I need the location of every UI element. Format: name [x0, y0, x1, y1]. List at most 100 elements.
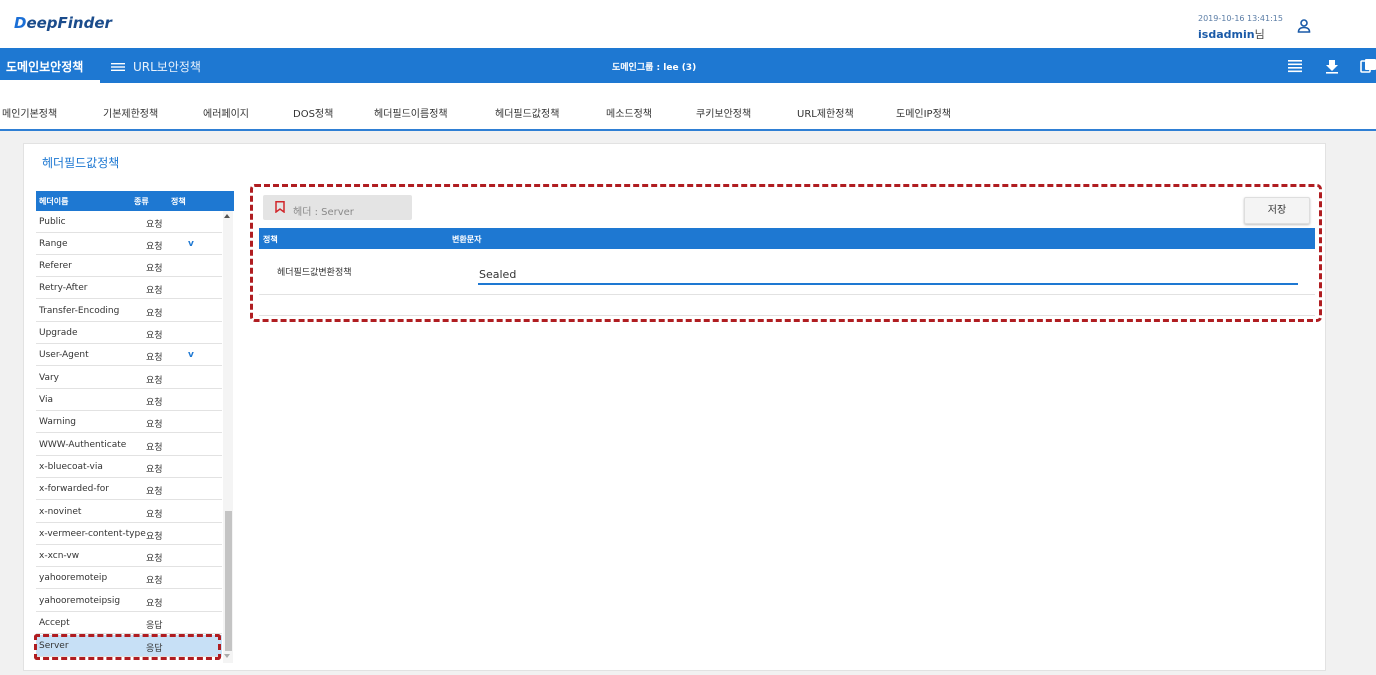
header-type: 요청 [146, 465, 163, 475]
list-item[interactable]: Transfer-Encoding 요청 [36, 300, 222, 322]
user-icon[interactable] [1296, 18, 1312, 34]
list-item[interactable]: Range 요청 v [36, 233, 222, 255]
col-header-policy: 정책 [171, 197, 186, 206]
list-item[interactable]: Accept 응답 [36, 612, 222, 634]
menu-icon [111, 62, 125, 71]
header-name: x-xcn-vw [39, 551, 80, 561]
policy-table-head: 정책 변환문자 [259, 228, 1315, 249]
username-text: isdadmin [1198, 28, 1255, 41]
header-name: x-forwarded-for [39, 484, 109, 494]
subnav-item-url-limit[interactable]: URL제한정책 [797, 105, 854, 120]
subnav-item-basic-limit[interactable]: 기본제한정책 [103, 105, 158, 120]
logo-mark: D [14, 14, 27, 32]
header-type: 요청 [146, 331, 163, 341]
header-type: 요청 [146, 443, 163, 453]
header-name: Upgrade [39, 328, 78, 338]
content-panel: 헤더필드값정책 헤더이름 종류 정책 Public 요청 Range 요청 v Ref… [23, 143, 1326, 671]
list-item[interactable]: Retry-After 요청 [36, 277, 222, 299]
subnav-item-method[interactable]: 메소드정책 [606, 105, 652, 120]
header-name: x-vermeer-content-type [39, 529, 146, 539]
header-name: yahooremoteipsig [39, 596, 121, 606]
list-item[interactable]: x-novinet 요청 [36, 501, 222, 523]
header-name: Retry-After [39, 283, 88, 293]
page-title: 헤더필드값정책 [42, 156, 120, 170]
main-nav: 도메인보안정책 URL보안정책 도메인그룹 : lee (3) [0, 48, 1376, 83]
policy-check: v [188, 350, 194, 360]
col-replace-text: 변환문자 [452, 235, 482, 244]
header-name: Range [39, 239, 68, 249]
logo[interactable]: DeepFinder [14, 14, 112, 32]
header-list[interactable]: Public 요청 Range 요청 v Referer 요청 Retry-After 요… [36, 211, 234, 663]
subnav-item-domain-ip[interactable]: 도메인IP정책 [896, 105, 951, 120]
tab-url-label: URL보안정책 [133, 60, 201, 74]
list-item[interactable]: Upgrade 요청 [36, 322, 222, 344]
table-footer [259, 296, 1315, 316]
domain-group-label: 도메인그룹 : lee (3) [612, 63, 697, 73]
subnav-item-header-name[interactable]: 헤더필드이름정책 [374, 105, 448, 120]
replace-value-input[interactable] [478, 265, 1298, 285]
header-type: 요청 [146, 309, 163, 319]
header-name: x-novinet [39, 507, 82, 517]
policy-subnav: 메인기본정책 기본제한정책 에러페이지 DOS정책 헤더필드이름정책 헤더필드값… [0, 83, 1376, 131]
header-type: 요청 [146, 220, 163, 230]
header-type: 요청 [146, 576, 163, 586]
subnav-item-dos[interactable]: DOS정책 [293, 105, 333, 120]
header-name: Via [39, 395, 53, 405]
copy-icon[interactable] [1360, 58, 1376, 74]
col-header-name: 헤더이름 [39, 197, 69, 206]
bookmark-icon [275, 201, 285, 213]
header-type: 요청 [146, 554, 163, 564]
list-item[interactable]: Referer 요청 [36, 255, 222, 277]
list-item[interactable]: Vary 요청 [36, 367, 222, 389]
subnav-item-cookie[interactable]: 쿠키보안정책 [696, 105, 751, 120]
list-item[interactable]: yahooremoteip 요청 [36, 567, 222, 589]
list-item[interactable]: User-Agent 요청 v [36, 344, 222, 366]
header-name: x-bluecoat-via [39, 462, 103, 472]
list-item[interactable]: Public 요청 [36, 211, 222, 233]
table-row: 헤더필드값변환정책 [259, 249, 1315, 295]
current-user: isdadmin님 [1198, 26, 1265, 42]
list-item[interactable]: x-vermeer-content-type 요청 [36, 523, 222, 545]
header-type: 요청 [146, 242, 163, 252]
list-item[interactable]: x-forwarded-for 요청 [36, 478, 222, 500]
header-name: Vary [39, 373, 59, 383]
download-icon[interactable] [1324, 58, 1340, 74]
scroll-down-icon[interactable] [224, 654, 230, 658]
save-button[interactable]: 저장 [1244, 197, 1310, 224]
policy-name: 헤더필드값변환정책 [277, 268, 352, 278]
selection-highlight-box [34, 634, 221, 660]
list-item[interactable]: x-xcn-vw 요청 [36, 545, 222, 567]
header-type: 요청 [146, 532, 163, 542]
header-name: User-Agent [39, 350, 89, 360]
header-name: Transfer-Encoding [39, 306, 120, 316]
header-name: Accept [39, 618, 70, 628]
header-type: 요청 [146, 487, 163, 497]
tab-domain-security[interactable]: 도메인보안정책 [6, 58, 83, 75]
subnav-item-error-page[interactable]: 에러페이지 [203, 105, 249, 120]
top-bar: DeepFinder 2019-10-16 13:41:15 isdadmin님 [0, 0, 1376, 48]
list-item[interactable]: Warning 요청 [36, 411, 222, 433]
list-item[interactable]: Via 요청 [36, 389, 222, 411]
subnav-item-main-basic[interactable]: 메인기본정책 [2, 105, 57, 120]
header-name: yahooremoteip [39, 573, 108, 583]
selected-header-label: 헤더 : Server [293, 207, 354, 218]
list-item[interactable]: x-bluecoat-via 요청 [36, 456, 222, 478]
header-name: Warning [39, 417, 77, 427]
header-name: Referer [39, 261, 72, 271]
list-icon[interactable] [1287, 58, 1303, 74]
header-name: Public [39, 217, 66, 227]
list-item[interactable]: WWW-Authenticate 요청 [36, 434, 222, 456]
list-item[interactable]: yahooremoteipsig 요청 [36, 590, 222, 612]
policy-check: v [188, 239, 194, 249]
col-header-type: 종류 [134, 197, 149, 206]
tab-url-security[interactable]: URL보안정책 [111, 58, 201, 75]
header-type: 요청 [146, 599, 163, 609]
scroll-up-icon[interactable] [224, 214, 230, 218]
selected-header-chip: 헤더 : Server [263, 195, 412, 220]
policy-detail: 헤더 : Server 저장 정책 변환문자 헤더필드값변환정책 [250, 184, 1322, 322]
header-type: 요청 [146, 264, 163, 274]
list-scrollbar-thumb[interactable] [225, 511, 232, 651]
subnav-item-header-value[interactable]: 헤더필드값정책 [495, 105, 559, 120]
header-type: 요청 [146, 286, 163, 296]
header-type: 요청 [146, 420, 163, 430]
